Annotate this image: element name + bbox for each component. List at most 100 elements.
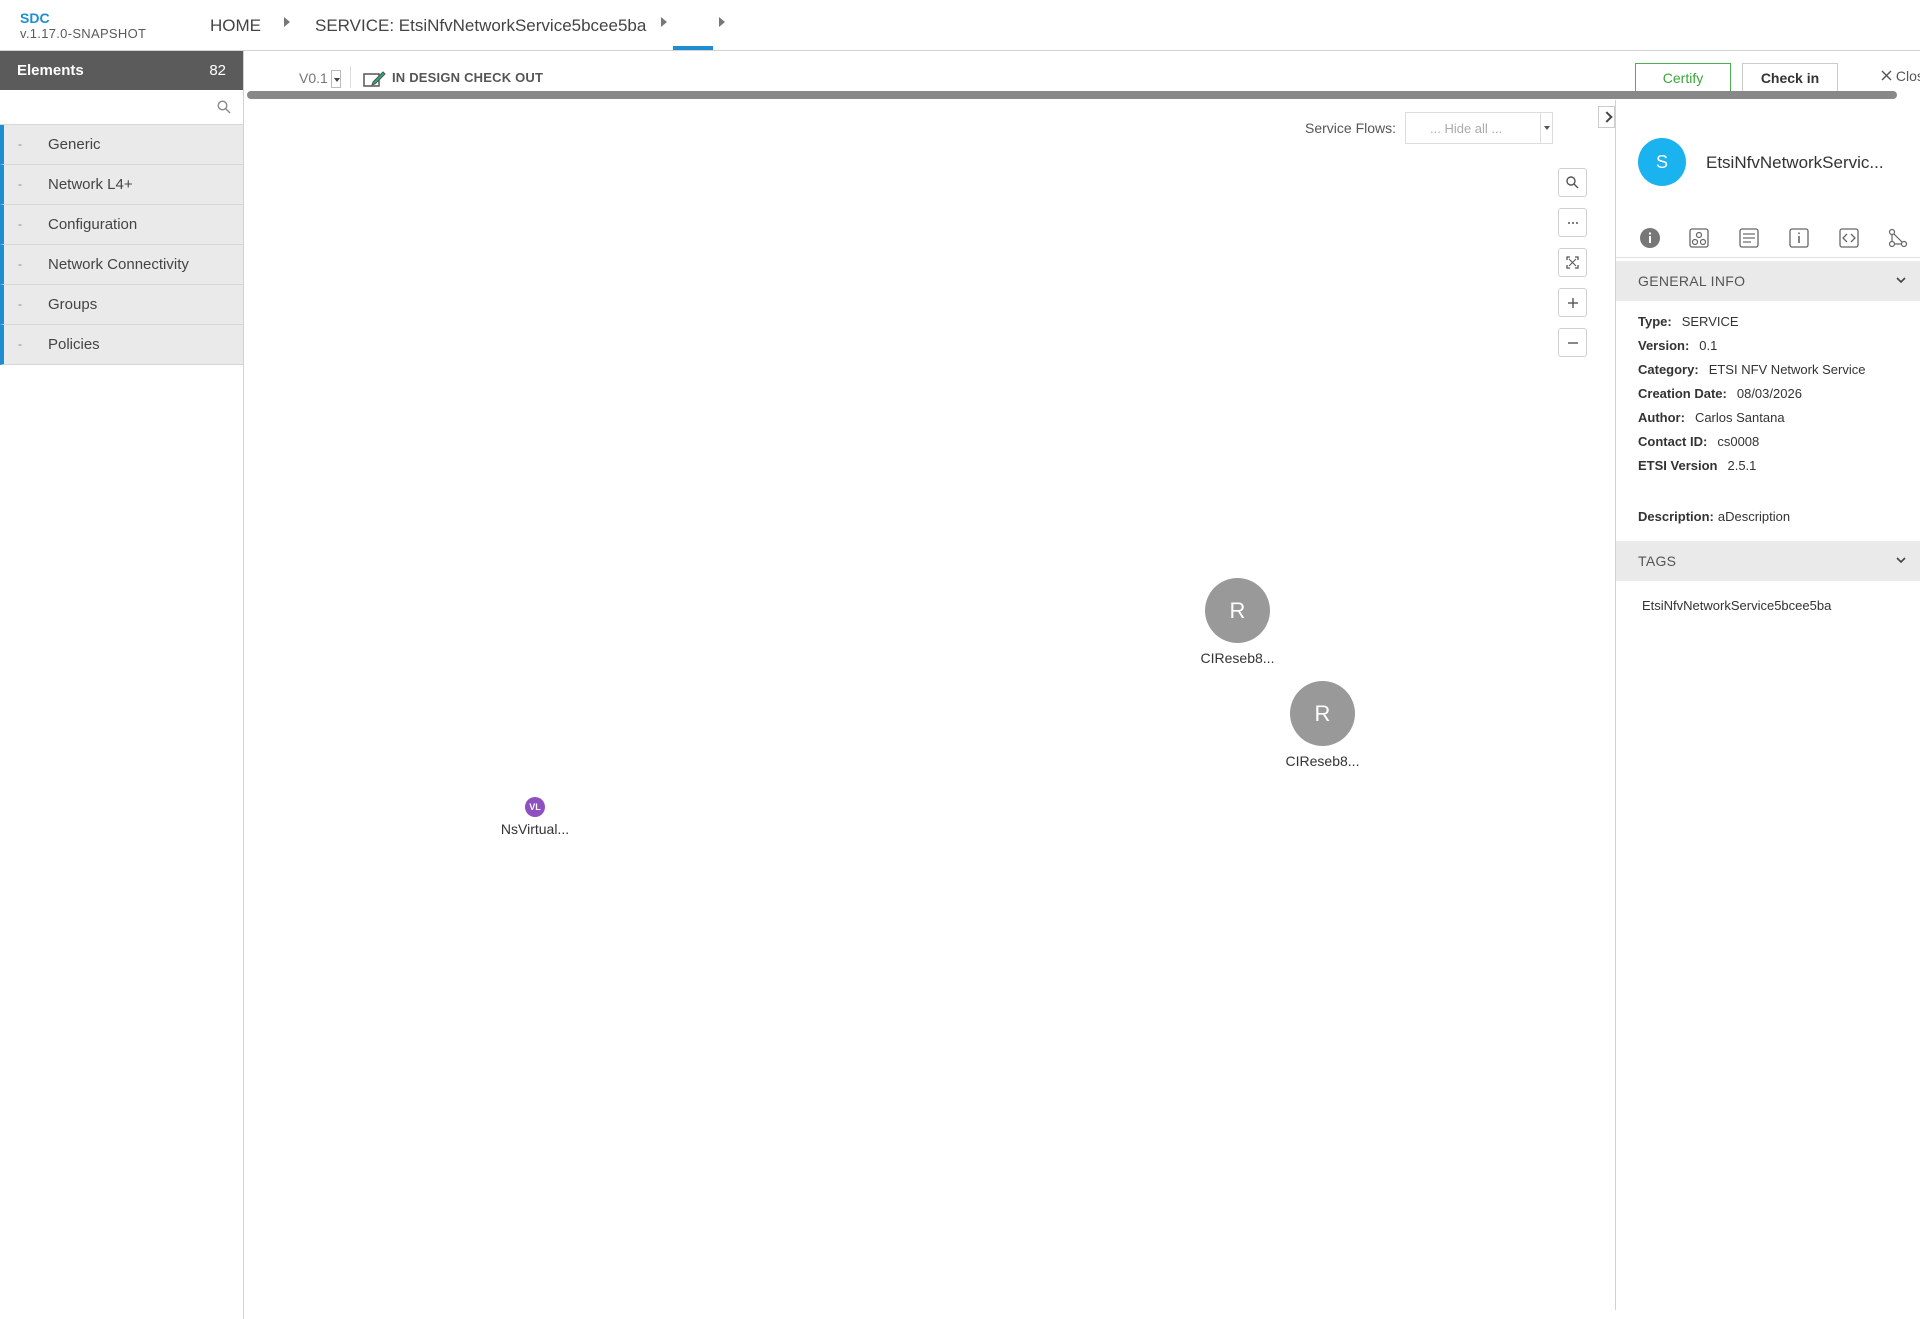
chevron-down-icon — [1895, 273, 1907, 291]
palette-category-generic[interactable]: - Generic — [0, 125, 243, 165]
chevron-down-icon — [1540, 113, 1552, 143]
info-value: Carlos Santana — [1694, 410, 1785, 425]
app-version: v.1.17.0-SNAPSHOT — [20, 26, 147, 41]
composition-canvas[interactable]: Service Flows: ... Hide all ... R CIRese… — [245, 100, 1615, 1310]
close-label: Close — [1895, 68, 1920, 84]
panel-tabs — [1616, 218, 1920, 258]
collapse-icon: - — [18, 217, 22, 231]
collapse-icon: - — [18, 177, 22, 191]
breadcrumb-arrow-icon[interactable] — [719, 17, 725, 27]
info-key: Category: — [1638, 362, 1699, 377]
tab-properties[interactable] — [1737, 226, 1761, 250]
node-name: NsVirtual... — [500, 821, 570, 837]
breadcrumb-service[interactable]: SERVICE: EtsiNfvNetworkService5bcee5ba — [315, 16, 646, 36]
collapse-icon: - — [18, 137, 22, 151]
palette-category-label: Policies — [48, 336, 100, 353]
palette-category-policies[interactable]: - Policies — [0, 325, 243, 365]
breadcrumb-arrow-icon[interactable] — [661, 17, 667, 27]
canvas-node-virtual-link[interactable]: VL NsVirtual... — [485, 797, 585, 837]
palette-category-label: Configuration — [48, 216, 138, 233]
info-row-contact-id: Contact ID: cs0008 — [1638, 434, 1759, 449]
version-selector[interactable]: V0.1 — [299, 70, 328, 86]
palette-search-input[interactable] — [0, 90, 244, 125]
top-header: SDC v.1.17.0-SNAPSHOT HOME SERVICE: Etsi… — [0, 0, 1920, 51]
info-row-version: Version: 0.1 — [1638, 338, 1717, 353]
zoom-out-button[interactable] — [1558, 328, 1587, 357]
info-row-etsi-version: ETSI Version 2.5.1 — [1638, 458, 1756, 473]
details-icon — [1789, 228, 1809, 248]
collapse-panel-button[interactable] — [1598, 106, 1615, 128]
canvas-node-resource[interactable]: R CIReseb8... — [1180, 578, 1295, 666]
close-button[interactable]: Close — [1881, 68, 1920, 84]
info-key: Description: — [1638, 509, 1714, 524]
info-key: Author: — [1638, 410, 1685, 425]
check-in-button[interactable]: Check in — [1742, 63, 1838, 93]
info-key: Contact ID: — [1638, 434, 1708, 449]
service-flows-value: ... Hide all ... — [1430, 121, 1503, 136]
info-key: Type: — [1638, 314, 1672, 329]
deployment-icon — [1888, 228, 1908, 248]
info-value: cs0008 — [1717, 434, 1760, 449]
palette-header: Elements 82 — [0, 51, 243, 90]
lifecycle-status: IN DESIGN CHECK OUT — [392, 70, 544, 85]
palette-category-label: Network Connectivity — [48, 256, 189, 273]
horizontal-scrollbar[interactable] — [247, 91, 1897, 99]
info-value: 0.1 — [1699, 338, 1718, 353]
info-row-description: Description: aDescription — [1638, 509, 1790, 524]
tags-header[interactable]: TAGS — [1616, 541, 1920, 581]
elements-palette: Elements 82 - Generic - Network L4+ - Co… — [0, 51, 244, 1319]
collapse-icon: - — [18, 257, 22, 271]
fit-icon — [1566, 256, 1579, 269]
palette-category-network-connectivity[interactable]: - Network Connectivity — [0, 245, 243, 285]
section-title: GENERAL INFO — [1638, 273, 1746, 289]
palette-category-network-l4[interactable]: - Network L4+ — [0, 165, 243, 205]
checkout-status-icon — [363, 70, 387, 91]
info-value: aDescription — [1717, 509, 1791, 524]
certify-button[interactable]: Certify — [1635, 63, 1731, 93]
info-value: 2.5.1 — [1727, 458, 1757, 473]
tab-general-info[interactable] — [1638, 226, 1662, 250]
info-key: Creation Date: — [1638, 386, 1727, 401]
zoom-in-button[interactable] — [1558, 288, 1587, 317]
palette-category-configuration[interactable]: - Configuration — [0, 205, 243, 245]
palette-count: 82 — [209, 62, 226, 79]
tab-composition[interactable] — [1687, 226, 1711, 250]
info-value: ETSI NFV Network Service — [1708, 362, 1866, 377]
breadcrumb-arrow-icon[interactable] — [284, 17, 290, 27]
info-icon — [1640, 228, 1660, 248]
zoom-out-icon — [1567, 341, 1578, 344]
close-icon — [1881, 70, 1892, 81]
service-flows-label: Service Flows: — [1305, 120, 1397, 136]
info-key: ETSI Version — [1638, 458, 1718, 473]
palette-category-label: Groups — [48, 296, 98, 313]
info-row-category: Category: ETSI NFV Network Service — [1638, 362, 1865, 377]
resource-node-icon: R — [1205, 578, 1270, 643]
palette-title: Elements — [17, 62, 84, 79]
more-icon — [1567, 221, 1578, 224]
palette-search — [0, 90, 244, 125]
details-panel: S EtsiNfvNetworkServic... GENERAL INFO T… — [1615, 100, 1920, 1310]
more-button[interactable] — [1558, 208, 1587, 237]
breadcrumb-active-indicator — [673, 46, 713, 50]
workspace-toolbar: V0.1 IN DESIGN CHECK OUT Certify Check i… — [245, 60, 1920, 94]
palette-category-label: Network L4+ — [48, 176, 133, 193]
general-info-header[interactable]: GENERAL INFO — [1616, 261, 1920, 301]
app-logo[interactable]: SDC v.1.17.0-SNAPSHOT — [20, 10, 146, 42]
tab-api[interactable] — [1837, 226, 1861, 250]
tab-details[interactable] — [1787, 226, 1811, 250]
service-name: EtsiNfvNetworkServic... — [1706, 153, 1884, 172]
collapse-icon: - — [18, 337, 22, 351]
version-dropdown-icon[interactable] — [331, 70, 341, 88]
info-value: 08/03/2026 — [1736, 386, 1802, 401]
tab-deployment[interactable] — [1886, 226, 1910, 250]
info-row-creation-date: Creation Date: 08/03/2026 — [1638, 386, 1802, 401]
node-name: CIReseb8... — [1200, 650, 1275, 666]
canvas-node-resource[interactable]: R CIReseb8... — [1265, 681, 1380, 769]
breadcrumb-home[interactable]: HOME — [210, 16, 261, 36]
info-row-type: Type: SERVICE — [1638, 314, 1739, 329]
fit-to-screen-button[interactable] — [1558, 248, 1587, 277]
search-canvas-button[interactable] — [1558, 168, 1587, 197]
search-icon[interactable] — [217, 100, 231, 119]
service-flows-select[interactable]: ... Hide all ... — [1405, 112, 1553, 144]
palette-category-groups[interactable]: - Groups — [0, 285, 243, 325]
